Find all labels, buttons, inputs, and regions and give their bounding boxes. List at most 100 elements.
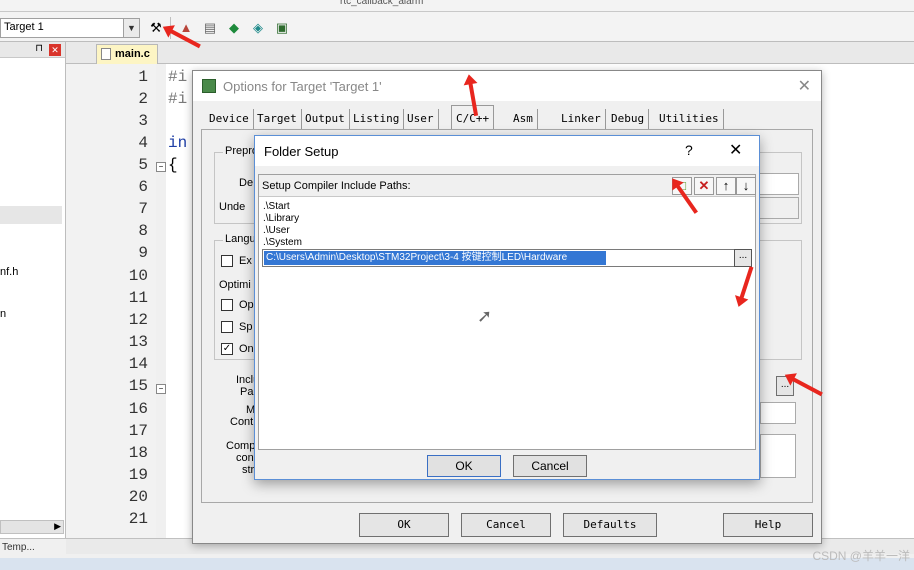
line-number: 10 — [128, 267, 148, 285]
top-toolbar: rtc_callback_alarm — [0, 0, 914, 12]
fold-toggle[interactable]: − — [156, 162, 166, 172]
code-line: { — [168, 156, 178, 174]
compiler-control-string[interactable] — [760, 434, 796, 478]
con-label: con — [236, 452, 254, 464]
ok-button[interactable]: OK — [359, 513, 449, 537]
sp-checkbox[interactable] — [221, 321, 233, 333]
path-edit-input[interactable]: C:\Users\Admin\Desktop\STM32Project\3-4 … — [264, 251, 606, 265]
select-software-packs-icon[interactable]: ◈ — [248, 18, 268, 38]
on-label: On — [239, 343, 254, 355]
line-number: 15 — [128, 377, 148, 395]
close-icon[interactable]: ✕ — [798, 76, 811, 96]
line-number: 20 — [128, 488, 148, 506]
misc-controls-field[interactable] — [760, 402, 796, 424]
code-line: in — [168, 134, 188, 152]
options-dialog-titlebar: Options for Target 'Target 1' ✕ — [193, 71, 821, 101]
compiler-label: Comp — [226, 440, 256, 452]
ex-label: Ex — [239, 255, 252, 267]
line-number: 3 — [138, 112, 148, 130]
tab-user[interactable]: User — [403, 109, 439, 129]
browse-folder-button[interactable]: ... — [734, 249, 752, 267]
code-line: #i — [168, 90, 188, 108]
help-icon[interactable]: ? — [685, 142, 693, 158]
cancel-button[interactable]: Cancel — [513, 455, 587, 477]
tab-asm[interactable]: Asm — [509, 109, 538, 129]
undefine-label: Unde — [219, 201, 246, 213]
undefine-field[interactable] — [755, 197, 799, 219]
op-checkbox[interactable] — [221, 299, 233, 311]
horizontal-scrollbar[interactable]: ▶ — [0, 520, 64, 534]
defaults-button[interactable]: Defaults — [563, 513, 657, 537]
build-toolbar: Target 1 ▼ ⚒ ▲ ▤ ◆ ◈ ▣ — [0, 12, 914, 42]
ex-checkbox[interactable] — [221, 255, 233, 267]
tab-linker[interactable]: Linker — [557, 109, 606, 129]
cancel-button[interactable]: Cancel — [461, 513, 551, 537]
line-number: 4 — [138, 134, 148, 152]
move-up-icon[interactable]: ↑ — [716, 177, 736, 195]
define-label: De — [239, 177, 254, 189]
line-number: 17 — [128, 422, 148, 440]
line-number: 21 — [128, 510, 148, 528]
folder-setup-titlebar: Folder Setup ? ✕ — [255, 136, 759, 166]
close-icon[interactable]: ✕ — [729, 140, 742, 160]
on-checkbox[interactable]: ✓ — [221, 343, 233, 355]
op-label: Op — [239, 299, 254, 311]
define-field[interactable] — [755, 173, 799, 195]
templates-tab[interactable]: Temp... — [0, 538, 66, 558]
fold-toggle[interactable]: − — [156, 384, 166, 394]
delete-icon[interactable]: ✕ — [694, 177, 714, 195]
line-number: 1 — [138, 68, 148, 86]
line-number: 16 — [128, 400, 148, 418]
path-edit-row[interactable]: C:\Users\Admin\Desktop\STM32Project\3-4 … — [262, 249, 752, 267]
paths-label: Pa — [240, 386, 254, 398]
target-select[interactable]: Target 1 ▼ — [0, 18, 140, 38]
pack-installer-icon[interactable]: ◆ — [224, 18, 244, 38]
optimize-label: Optimi — [219, 279, 251, 291]
line-number: 9 — [138, 244, 148, 262]
tab-target[interactable]: Target — [253, 109, 302, 129]
tab-main-c[interactable]: main.c — [96, 44, 158, 64]
path-item[interactable]: .\Library — [263, 213, 299, 224]
keil-icon — [202, 79, 216, 93]
help-button[interactable]: Help — [723, 513, 813, 537]
group-label: Langu — [223, 233, 258, 245]
file-extensions-icon[interactable]: ▤ — [200, 18, 220, 38]
close-icon[interactable]: ✕ — [49, 44, 61, 56]
line-number: 2 — [138, 90, 148, 108]
tab-utilities[interactable]: Utilities — [655, 109, 724, 129]
path-item[interactable]: .\Start — [263, 201, 290, 212]
folder-setup-title: Folder Setup — [264, 144, 339, 159]
chevron-down-icon[interactable]: ▼ — [123, 19, 139, 37]
line-number-gutter: 1 2 3 4 5 6 7 8 9 10 11 12 13 14 15 16 1… — [66, 64, 156, 538]
line-number: 19 — [128, 466, 148, 484]
watermark: CSDN @羊羊一洋 — [812, 549, 910, 563]
str-label: str — [242, 464, 255, 476]
path-item[interactable]: .\System — [263, 237, 302, 248]
tab-output[interactable]: Output — [301, 109, 350, 129]
environment-icon[interactable]: ▣ — [272, 18, 292, 38]
folder-setup-dialog: Folder Setup ? ✕ Setup Compiler Include … — [254, 135, 760, 480]
pin-icon[interactable]: ⊓ — [35, 43, 43, 54]
scroll-right-icon[interactable]: ▶ — [54, 521, 61, 532]
tab-listing[interactable]: Listing — [349, 109, 405, 129]
tree-item-label[interactable]: nf.h — [0, 266, 18, 278]
line-number: 18 — [128, 444, 148, 462]
include-paths-label: Setup Compiler Include Paths: — [262, 180, 411, 192]
line-number: 14 — [128, 355, 148, 373]
path-item[interactable]: .\User — [263, 225, 290, 236]
line-number: 6 — [138, 178, 148, 196]
tree-item-label[interactable]: n — [0, 308, 6, 320]
ok-button[interactable]: OK — [427, 455, 501, 477]
project-panel-header: ⊓ ✕ — [0, 42, 65, 58]
tab-debug[interactable]: Debug — [607, 109, 650, 129]
move-down-icon[interactable]: ↓ — [736, 177, 756, 195]
tab-device[interactable]: Device — [205, 109, 254, 129]
file-icon — [101, 48, 111, 60]
line-number: 11 — [128, 289, 148, 307]
line-number: 5 — [138, 156, 148, 174]
status-bar — [0, 558, 914, 570]
file-combo-text[interactable]: rtc_callback_alarm — [340, 0, 423, 8]
include-paths-list: Setup Compiler Include Paths: □ ✕ ↑ ↓ .\… — [258, 174, 756, 450]
line-number: 7 — [138, 200, 148, 218]
selected-tree-row[interactable] — [0, 206, 62, 224]
